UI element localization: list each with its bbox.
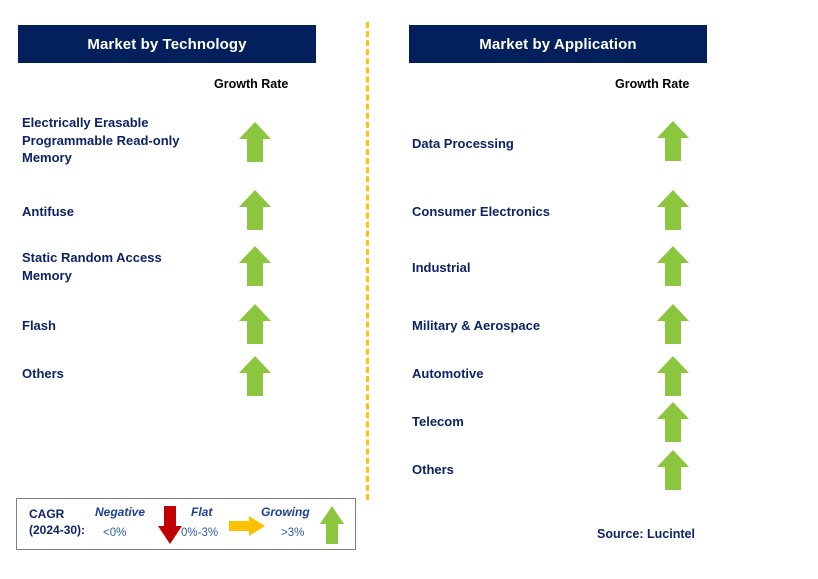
arrow-up-icon bbox=[238, 302, 272, 346]
row-label-others-technology: Others bbox=[22, 366, 64, 381]
column-title-application: Market by Application bbox=[479, 35, 637, 53]
row-label-sram: Static Random Access Memory bbox=[22, 250, 162, 283]
vertical-dashed-divider bbox=[366, 22, 369, 500]
column-title-technology: Market by Technology bbox=[87, 35, 247, 53]
legend-negative-value: <0% bbox=[103, 527, 127, 539]
row-label-telecom: Telecom bbox=[412, 414, 464, 429]
column-header-application: Market by Application bbox=[409, 25, 707, 63]
row-label-industrial: Industrial bbox=[412, 260, 471, 275]
legend-growing-title: Growing bbox=[261, 505, 310, 519]
arrow-up-icon bbox=[656, 448, 690, 492]
row-label-flash: Flash bbox=[22, 318, 56, 333]
source-note: Source: Lucintel bbox=[597, 527, 695, 541]
column-header-technology: Market by Technology bbox=[18, 25, 316, 63]
arrow-up-icon bbox=[238, 354, 272, 398]
row-label-military-aerospace: Military & Aerospace bbox=[412, 318, 541, 333]
arrow-up-icon bbox=[238, 120, 272, 164]
legend-cagr-line2: (2024-30): bbox=[29, 523, 86, 537]
arrow-up-icon bbox=[656, 400, 690, 444]
legend-cagr-line1: CAGR bbox=[29, 507, 65, 521]
legend-negative-title: Negative bbox=[95, 505, 146, 519]
row-label-automotive: Automotive bbox=[412, 366, 484, 381]
growth-rate-label-application: Growth Rate bbox=[615, 77, 690, 91]
arrow-up-icon bbox=[238, 188, 272, 232]
arrow-up-icon bbox=[656, 244, 690, 288]
arrow-down-icon bbox=[157, 504, 183, 546]
legend-growing-value: >3% bbox=[281, 527, 305, 539]
arrow-up-icon bbox=[238, 244, 272, 288]
legend-flat-title: Flat bbox=[191, 505, 213, 519]
legend-cagr-caption: CAGR (2024-30): bbox=[29, 506, 85, 538]
legend-flat-value: 0%-3% bbox=[181, 527, 219, 539]
row-label-data-processing: Data Processing bbox=[412, 136, 514, 151]
row-label-others-application: Others bbox=[412, 462, 454, 477]
arrow-up-icon bbox=[656, 302, 690, 346]
row-label-antifuse: Antifuse bbox=[22, 204, 74, 219]
arrow-up-icon bbox=[656, 188, 690, 232]
cagr-legend: CAGR (2024-30): Negative <0% Flat 0%-3% … bbox=[16, 498, 356, 550]
arrow-up-icon bbox=[656, 354, 690, 398]
arrow-up-icon bbox=[319, 504, 345, 546]
row-label-consumer-electronics: Consumer Electronics bbox=[412, 204, 550, 219]
row-label-eeprom: Electrically Erasable Programmable Read-… bbox=[22, 115, 180, 165]
arrow-up-icon bbox=[656, 119, 690, 163]
growth-rate-label-technology: Growth Rate bbox=[214, 77, 289, 91]
